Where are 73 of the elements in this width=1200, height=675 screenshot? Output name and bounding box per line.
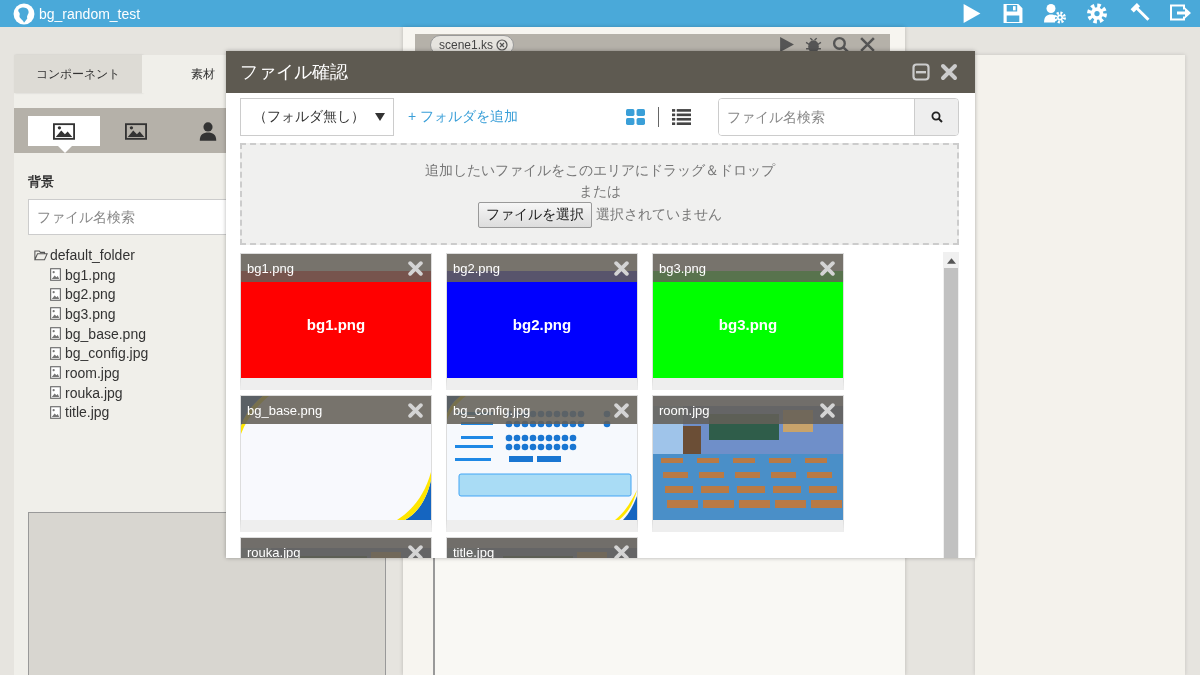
file-item[interactable]: rouka.jpg <box>65 384 123 401</box>
search-field[interactable]: ファイル名検索 <box>718 98 959 136</box>
drop-zone[interactable]: 追加したいファイルをこのエリアにドラッグ＆ドロップ または ファイルを選択 選択されていません <box>240 143 959 245</box>
file-card[interactable]: bg2.png bg2.png <box>446 253 638 390</box>
file-item[interactable]: bg1.png <box>65 266 116 283</box>
app-title: bg_random_test <box>39 5 141 22</box>
exit-icon[interactable] <box>1170 3 1192 24</box>
file-card[interactable]: bg_config.jpg <box>446 395 638 532</box>
file-name: bg2.png <box>453 260 500 276</box>
delete-icon[interactable] <box>820 402 835 418</box>
file-card[interactable]: bg3.png bg3.png <box>652 253 844 390</box>
scrollbar[interactable] <box>943 252 959 558</box>
file-name: bg_base.png <box>247 402 323 418</box>
list-view-icon[interactable] <box>672 109 691 125</box>
search-icon[interactable] <box>832 36 849 53</box>
delete-icon[interactable] <box>408 402 423 418</box>
image-file-icon <box>50 268 61 282</box>
delete-icon[interactable] <box>614 260 629 276</box>
caret-icon <box>375 113 385 121</box>
image-file-icon <box>50 307 61 321</box>
file-status: 選択されていません <box>595 206 722 224</box>
file-item[interactable]: bg3.png <box>65 305 116 322</box>
drop-hint: または <box>578 182 621 201</box>
person-icon <box>197 121 219 141</box>
hammer-icon[interactable] <box>1128 3 1150 24</box>
section-title: 背景 <box>28 173 55 191</box>
image-file-icon <box>50 386 61 400</box>
file-name: bg1.png <box>247 260 294 276</box>
play-icon[interactable] <box>778 36 795 53</box>
file-item[interactable]: bg2.png <box>65 286 116 303</box>
bug-icon[interactable] <box>805 36 822 53</box>
file-card[interactable]: room.jpg <box>652 395 844 532</box>
landscape-icon <box>53 121 75 141</box>
save-icon[interactable] <box>1002 3 1024 24</box>
close-icon[interactable] <box>859 36 876 53</box>
file-item[interactable]: room.jpg <box>65 364 120 381</box>
file-name: room.jpg <box>659 402 710 418</box>
choose-file-button[interactable]: ファイルを選択 <box>477 202 592 228</box>
drop-hint: 追加したいファイルをこのエリアにドラッグ＆ドロップ <box>424 161 775 180</box>
folder-icon <box>34 247 48 262</box>
delete-icon[interactable] <box>820 260 835 276</box>
delete-icon[interactable] <box>614 402 629 418</box>
image-file-icon <box>50 287 61 301</box>
file-name: bg_config.jpg <box>453 402 531 418</box>
folder-item[interactable]: default_folder <box>50 246 135 263</box>
minimize-icon[interactable] <box>912 63 930 81</box>
image-file-icon <box>50 405 61 419</box>
search-icon <box>930 111 943 123</box>
file-card[interactable]: bg1.png bg1.png <box>240 253 432 390</box>
file-item[interactable]: title.jpg <box>65 404 110 421</box>
image-icon <box>125 121 147 141</box>
image-file-icon <box>50 366 61 380</box>
file-card[interactable]: bg_base.png <box>240 395 432 532</box>
image-text: bg1.png <box>306 316 366 333</box>
file-name: bg3.png <box>659 260 706 276</box>
search-button[interactable] <box>914 99 958 135</box>
delete-icon[interactable] <box>614 544 629 558</box>
delete-icon[interactable] <box>408 260 423 276</box>
image-text: bg2.png <box>512 316 572 333</box>
folder-select[interactable]: （フォルダ無し） <box>240 98 394 136</box>
image-text: bg3.png <box>718 316 778 333</box>
image-file-icon <box>50 327 61 341</box>
file-item[interactable]: bg_config.jpg <box>65 345 149 362</box>
user-gear-icon[interactable] <box>1044 3 1066 24</box>
scroll-up-icon[interactable] <box>946 258 956 264</box>
file-item[interactable]: bg_base.png <box>65 325 146 342</box>
panel-tab[interactable]: コンポーネント <box>14 55 142 93</box>
grid-view-icon[interactable] <box>626 109 645 125</box>
close-icon[interactable] <box>496 38 509 51</box>
image-file-icon <box>50 346 61 360</box>
delete-icon[interactable] <box>408 544 423 558</box>
settings-icon[interactable] <box>1086 3 1108 24</box>
scroll-thumb[interactable] <box>944 268 958 558</box>
